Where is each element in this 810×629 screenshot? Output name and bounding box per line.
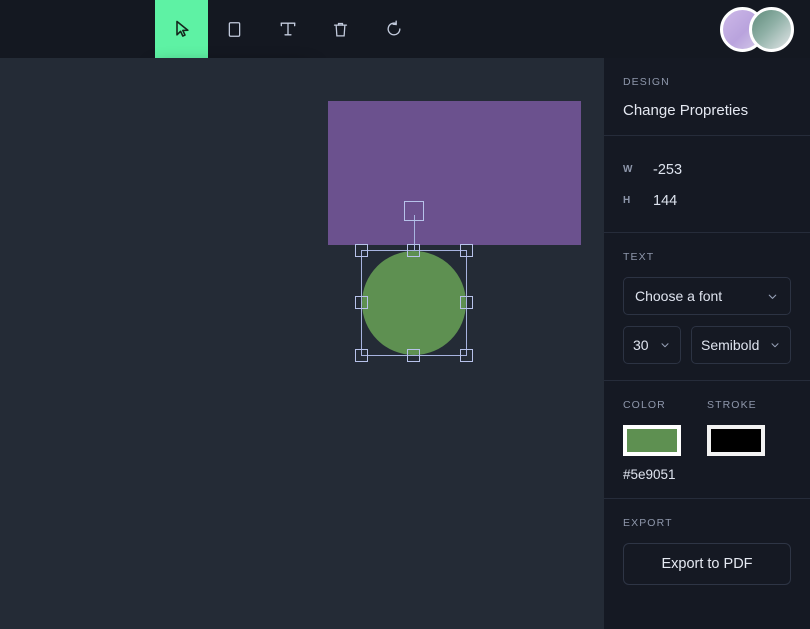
export-to-pdf-button[interactable]: Export to PDF bbox=[623, 543, 791, 585]
height-row: H 144 bbox=[623, 185, 791, 216]
font-family-select[interactable]: Choose a font bbox=[623, 277, 791, 315]
chevron-down-icon bbox=[763, 339, 781, 351]
height-label: H bbox=[623, 195, 653, 206]
resize-handle-middle-left[interactable] bbox=[355, 296, 368, 309]
text-icon bbox=[278, 19, 298, 39]
font-weight-value: Semibold bbox=[701, 337, 759, 353]
fill-color-group: COLOR #5e9051 bbox=[623, 399, 707, 482]
avatar-user-2[interactable] bbox=[749, 7, 794, 52]
color-section: COLOR #5e9051 STROKE bbox=[604, 381, 810, 499]
fill-color-swatch[interactable] bbox=[623, 425, 681, 456]
trash-icon bbox=[331, 20, 350, 39]
height-value[interactable]: 144 bbox=[653, 193, 677, 209]
cursor-icon bbox=[172, 19, 192, 39]
reset-tool-button[interactable] bbox=[367, 0, 420, 58]
tool-group bbox=[155, 0, 420, 58]
resize-handle-top-right[interactable] bbox=[460, 244, 473, 257]
top-toolbar bbox=[0, 0, 810, 58]
export-section-title: EXPORT bbox=[623, 517, 791, 529]
rotation-handle[interactable] bbox=[404, 201, 424, 221]
dimensions-section: W -253 H 144 bbox=[604, 136, 810, 233]
chevron-down-icon bbox=[653, 339, 671, 351]
resize-handle-top-left[interactable] bbox=[355, 244, 368, 257]
cursor-tool-button[interactable] bbox=[155, 0, 208, 58]
selection-frame bbox=[361, 250, 467, 356]
color-label: COLOR bbox=[623, 399, 707, 411]
design-section-subtitle: Change Propreties bbox=[623, 102, 791, 119]
font-options-row: 30 Semibold bbox=[623, 326, 791, 364]
chevron-down-icon bbox=[758, 290, 779, 303]
text-tool-button[interactable] bbox=[261, 0, 314, 58]
font-size-value: 30 bbox=[633, 337, 649, 353]
avatar-group[interactable] bbox=[720, 7, 794, 52]
resize-handle-bottom-center[interactable] bbox=[407, 349, 420, 362]
design-section: DESIGN Change Propreties bbox=[604, 58, 810, 136]
font-size-select[interactable]: 30 bbox=[623, 326, 681, 364]
width-label: W bbox=[623, 164, 653, 175]
resize-handle-bottom-right[interactable] bbox=[460, 349, 473, 362]
delete-tool-button[interactable] bbox=[314, 0, 367, 58]
stroke-color-group: STROKE bbox=[707, 399, 791, 482]
refresh-icon bbox=[384, 19, 404, 39]
color-row: COLOR #5e9051 STROKE bbox=[623, 399, 791, 482]
canvas-shape-rectangle[interactable] bbox=[328, 101, 581, 245]
export-section: EXPORT Export to PDF bbox=[604, 499, 810, 601]
font-family-value: Choose a font bbox=[635, 288, 722, 304]
resize-handle-middle-right[interactable] bbox=[460, 296, 473, 309]
resize-handle-top-center[interactable] bbox=[407, 244, 420, 257]
text-section: TEXT Choose a font 30 Semibold bbox=[604, 233, 810, 381]
width-row: W -253 bbox=[623, 154, 791, 185]
stroke-color-swatch[interactable] bbox=[707, 425, 765, 456]
properties-panel: DESIGN Change Propreties W -253 H 144 TE… bbox=[604, 58, 810, 629]
width-value[interactable]: -253 bbox=[653, 162, 682, 178]
square-icon bbox=[225, 20, 244, 39]
text-section-title: TEXT bbox=[623, 251, 791, 263]
font-weight-select[interactable]: Semibold bbox=[691, 326, 791, 364]
design-canvas[interactable] bbox=[0, 58, 604, 629]
design-section-title: DESIGN bbox=[623, 76, 791, 88]
shape-tool-button[interactable] bbox=[208, 0, 261, 58]
fill-color-hex[interactable]: #5e9051 bbox=[623, 467, 707, 482]
resize-handle-bottom-left[interactable] bbox=[355, 349, 368, 362]
stroke-label: STROKE bbox=[707, 399, 791, 411]
